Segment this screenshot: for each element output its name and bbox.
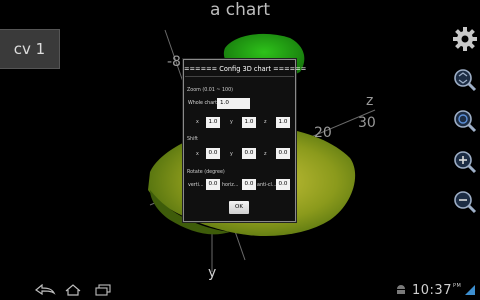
zoom-x-label: x — [196, 120, 199, 125]
config-3d-dialog: ====== Config 3D chart ====== — [183, 59, 307, 222]
clock-time: 10:37 — [412, 283, 452, 298]
rotate-section-label: Rotate (degree) — [187, 170, 225, 175]
shift-z-label: z — [264, 152, 267, 157]
android-icon — [397, 285, 405, 294]
y-axis-label: y — [208, 265, 217, 281]
zoom-in-icon[interactable] — [452, 149, 478, 175]
shift-y-label: y — [230, 152, 233, 157]
zoom-y-label: y — [230, 120, 233, 125]
dialog-divider — [185, 76, 294, 77]
zoom-y-input[interactable]: 1.0 — [242, 117, 256, 128]
x-tick-neg8: -8 — [167, 54, 181, 70]
whole-chart-input[interactable]: 1.0 — [217, 98, 250, 109]
rotate-anticlockwise-input[interactable]: 0.0 — [276, 179, 290, 190]
rotate-vertical-input[interactable]: 0.0 — [206, 179, 220, 190]
right-toolbar — [449, 26, 480, 256]
gear-icon[interactable] — [452, 26, 478, 52]
clock-ampm: PM — [452, 283, 462, 289]
recent-apps-icon[interactable] — [94, 284, 112, 296]
zoom-x-input[interactable]: 1.0 — [206, 117, 220, 128]
z-axis-label: z — [366, 93, 374, 109]
status-clock: 10:37PM — [412, 283, 461, 298]
back-icon[interactable] — [34, 284, 56, 296]
ok-button[interactable]: OK — [229, 201, 249, 214]
zoom-z-label: z — [264, 120, 267, 125]
rotate-anticlockwise-label: anti-cl... — [257, 183, 277, 188]
shift-section-label: Shift — [187, 137, 198, 142]
zoom-section-label: Zoom (0.01 ~ 100) — [187, 88, 234, 93]
dialog-title: ====== Config 3D chart ====== — [184, 65, 307, 73]
rotate-vertical-label: verti... — [188, 183, 204, 188]
shift-z-input[interactable]: 0.0 — [276, 148, 290, 159]
rotate-horizontal-label: horiz... — [222, 183, 239, 188]
shift-x-label: x — [196, 152, 199, 157]
shift-x-input[interactable]: 0.0 — [206, 148, 220, 159]
zoom-reset-icon[interactable] — [452, 108, 478, 134]
chart-title: a chart — [209, 0, 270, 20]
signal-icon — [465, 285, 475, 295]
z-tick-30: 30 — [358, 115, 376, 131]
whole-chart-label: Whole chart — [188, 101, 217, 106]
tab-cv1[interactable]: cv 1 — [0, 29, 60, 69]
zoom-out-icon[interactable] — [452, 189, 478, 215]
rotate-horizontal-input[interactable]: 0.0 — [242, 179, 256, 190]
zoom-z-input[interactable]: 1.0 — [276, 117, 290, 128]
z-tick-20: 20 — [314, 125, 332, 141]
home-icon[interactable] — [64, 284, 82, 296]
shift-y-input[interactable]: 0.0 — [242, 148, 256, 159]
zoom-fit-icon[interactable] — [452, 67, 478, 93]
